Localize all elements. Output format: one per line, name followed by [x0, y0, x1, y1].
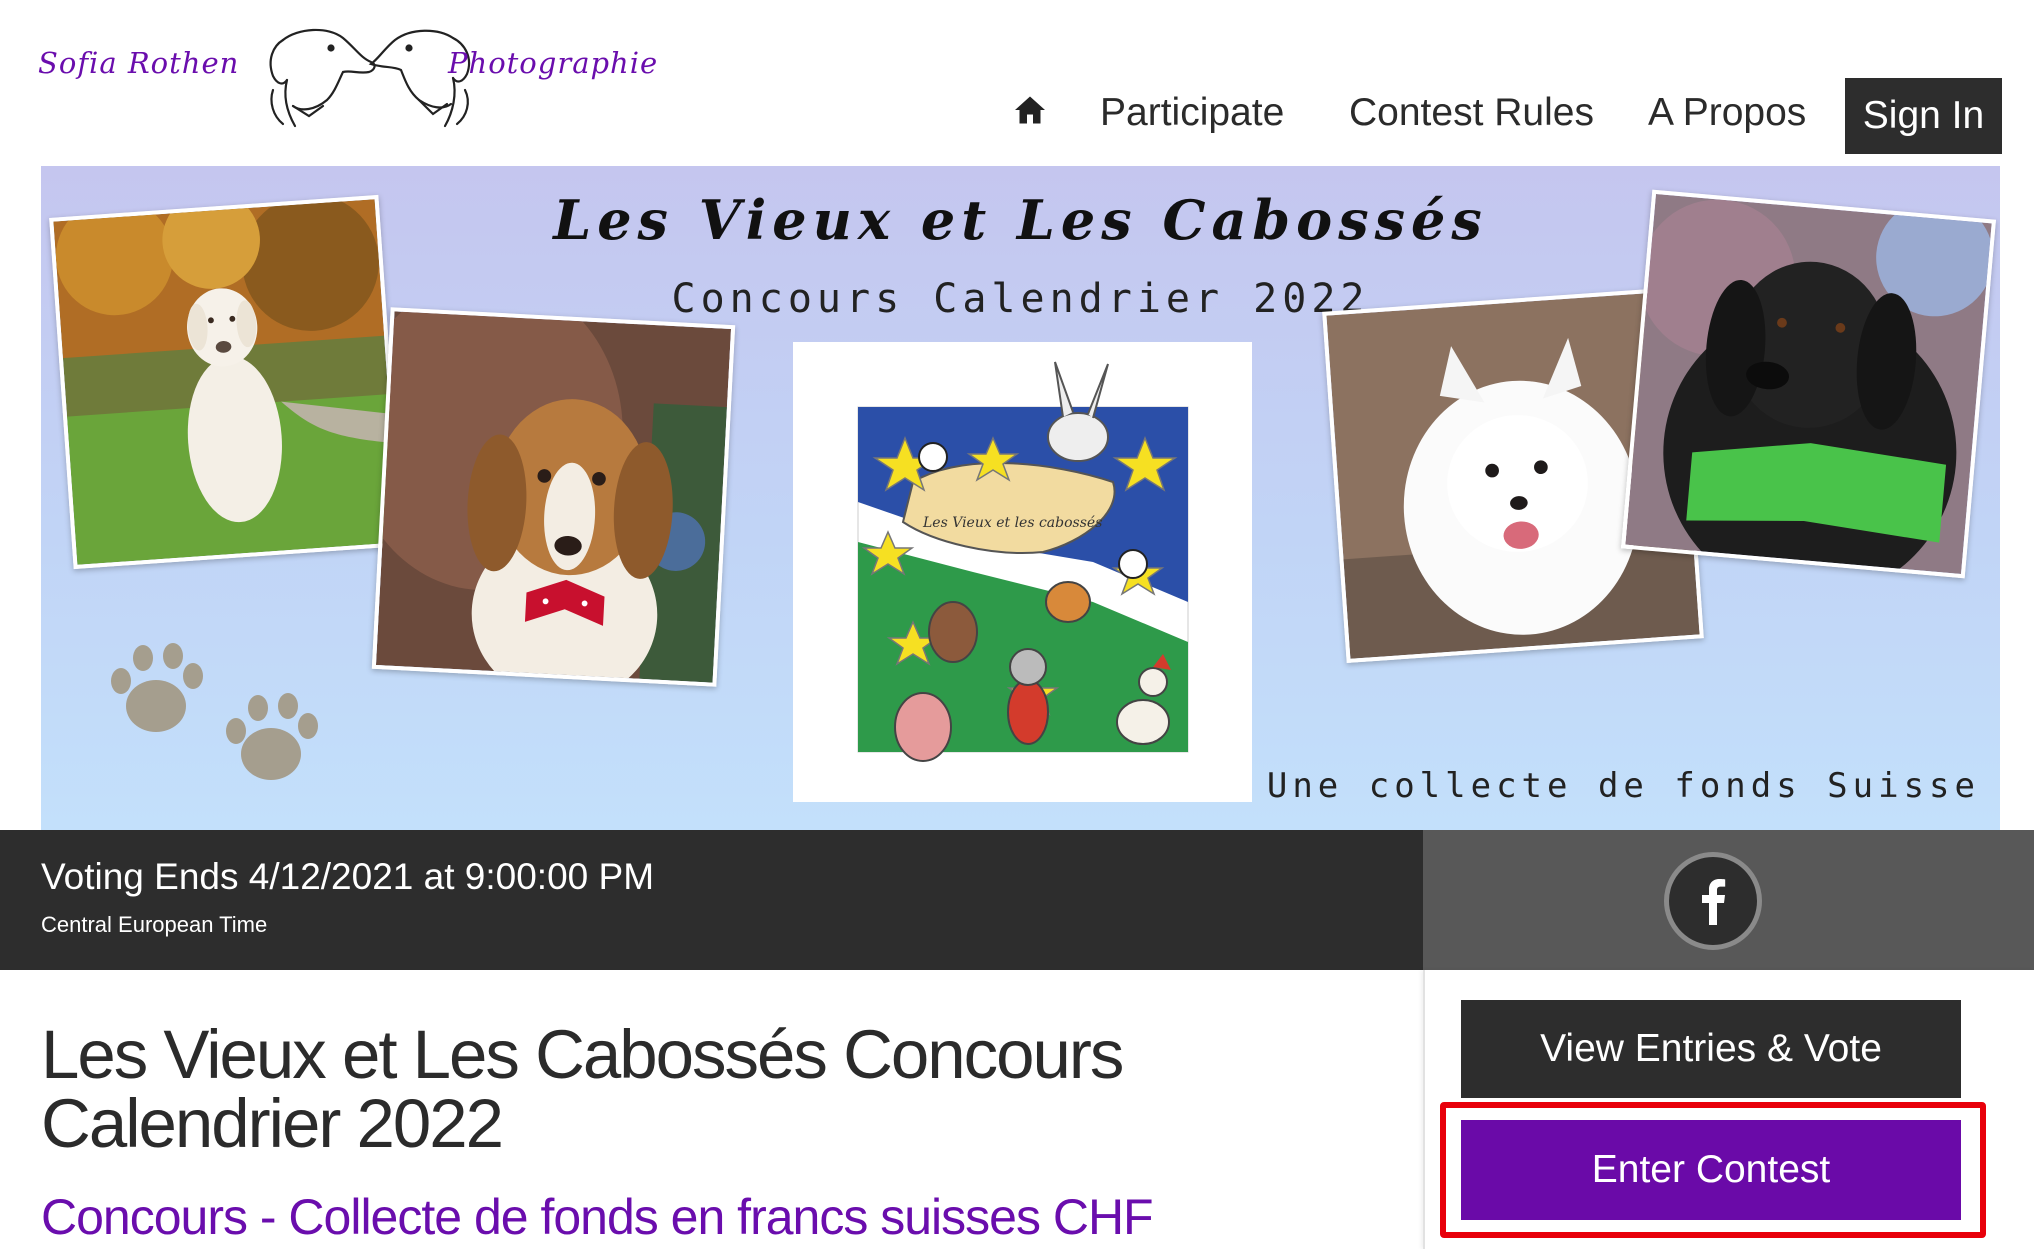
paw-prints-icon	[111, 643, 318, 780]
voting-deadline-bar: Voting Ends 4/12/2021 at 9:00:00 PM Cent…	[0, 830, 1423, 970]
home-icon[interactable]	[1012, 92, 1048, 128]
facebook-share-button[interactable]	[1664, 852, 1762, 950]
voting-end-date: Voting Ends 4/12/2021 at 9:00:00 PM	[41, 856, 655, 897]
social-share-panel	[1423, 830, 2034, 970]
logo-name: Sofia Rothen	[38, 46, 240, 80]
sign-in-button[interactable]: Sign In	[1845, 78, 2002, 154]
contest-banner: Les Vieux et Les Cabossés Concours Calen…	[41, 166, 2000, 830]
photo-white-labrador	[49, 194, 403, 570]
banner-footer-text: Une collecte de fonds Suisse	[1266, 766, 1980, 806]
voting-timezone: Central European Time	[41, 912, 268, 937]
logo-tagline: Photographie	[448, 46, 659, 80]
photo-beagle	[371, 307, 736, 687]
page-title: Les Vieux et Les Cabossés Concours Calen…	[41, 1016, 1124, 1162]
photo-black-labrador	[1620, 189, 1997, 579]
view-entries-vote-button[interactable]: View Entries & Vote	[1461, 1000, 1961, 1098]
nav-contest-rules[interactable]: Contest Rules	[1349, 88, 1594, 138]
enter-contest-button[interactable]: Enter Contest	[1461, 1120, 1961, 1220]
poster-caption: Les Vieux et les cabossés	[922, 515, 1102, 531]
page-subtitle: Concours - Collecte de fonds en francs s…	[41, 1189, 1154, 1245]
facebook-icon	[1702, 879, 1726, 925]
site-header: Sofia Rothen Photographie Participate Co…	[0, 0, 2034, 166]
site-logo[interactable]: Sofia Rothen Photographie	[38, 20, 678, 130]
contest-poster-drawing: Les Vieux et les cabossés	[793, 342, 1252, 802]
nav-a-propos[interactable]: A Propos	[1648, 88, 1806, 138]
nav-participate[interactable]: Participate	[1100, 88, 1284, 138]
